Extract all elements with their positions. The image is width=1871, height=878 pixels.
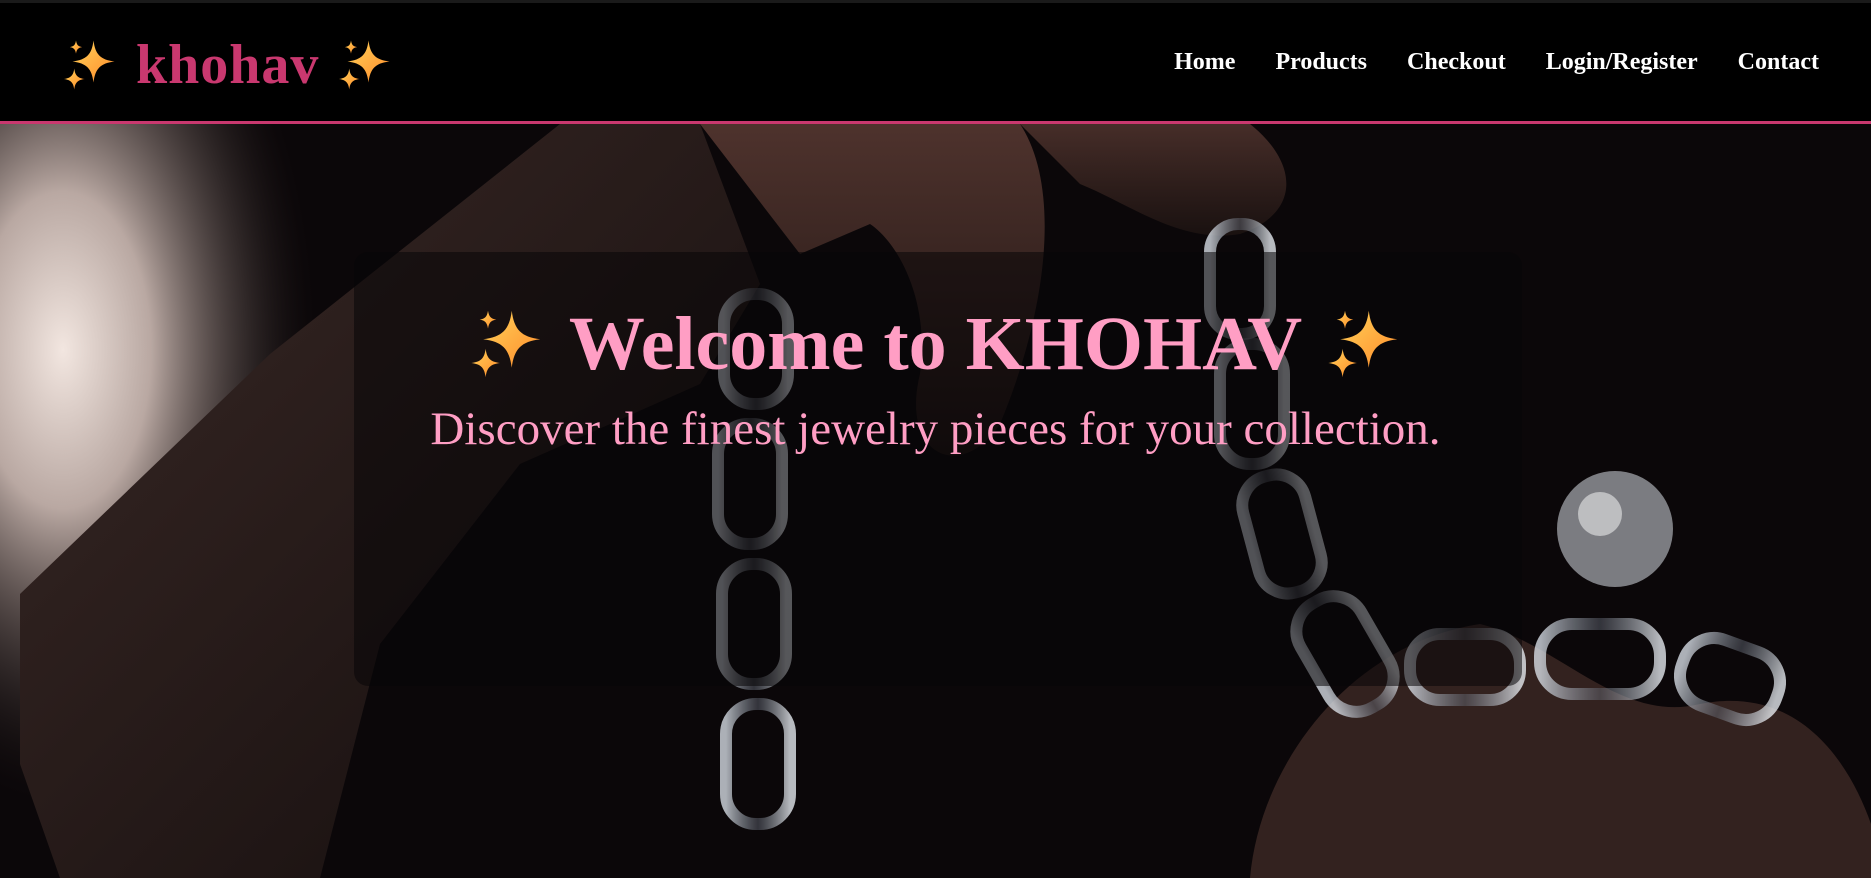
hero-title: Welcome to KHOHAV — [0, 301, 1871, 388]
main-nav: Home Products Checkout Login/Register Co… — [1174, 49, 1819, 76]
hero-section — [0, 124, 1871, 878]
nav-link-checkout[interactable]: Checkout — [1407, 49, 1506, 76]
sparkles-icon — [337, 37, 393, 93]
hero-subtitle: Discover the finest jewelry pieces for y… — [430, 403, 1441, 455]
hero-title-text: Welcome to KHOHAV — [568, 301, 1303, 386]
brand-logo[interactable]: khohav — [62, 33, 393, 97]
sparkles-icon — [1326, 306, 1402, 382]
navbar: khohav Home Products Checkout Login/Regi… — [0, 0, 1871, 124]
sparkles-icon — [469, 306, 545, 382]
brand-name: khohav — [136, 34, 320, 96]
nav-link-contact[interactable]: Contact — [1738, 49, 1819, 76]
nav-link-login-register[interactable]: Login/Register — [1546, 49, 1698, 76]
page: khohav Home Products Checkout Login/Regi… — [0, 0, 1871, 878]
sparkles-icon — [62, 37, 118, 93]
nav-link-products[interactable]: Products — [1275, 49, 1367, 76]
nav-link-home[interactable]: Home — [1174, 49, 1235, 76]
